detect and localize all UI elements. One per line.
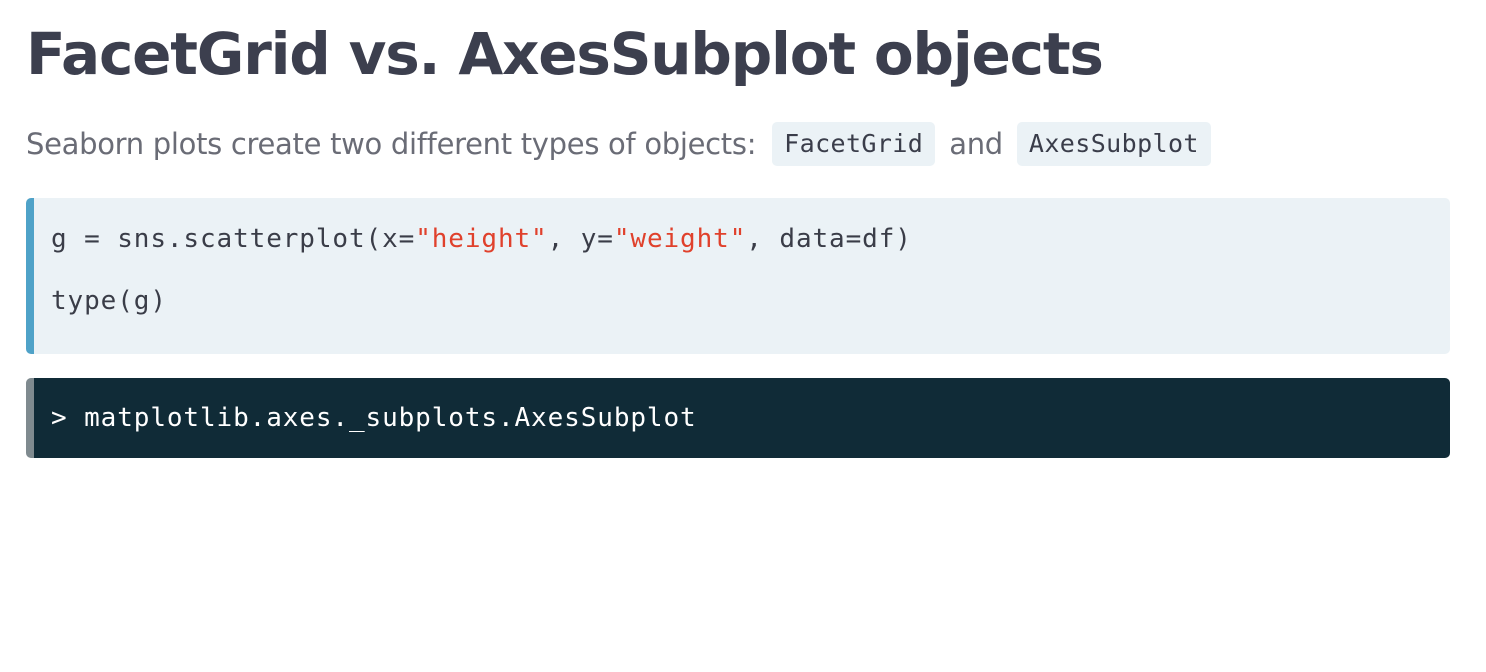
output-text: > matplotlib.axes._subplots.AxesSubplot bbox=[51, 403, 697, 433]
intro-conjunction: and bbox=[949, 127, 1003, 161]
intro-sentence: Seaborn plots create two different types… bbox=[26, 127, 757, 161]
code-block: g = sns.scatterplot(x="height", y="weigh… bbox=[26, 198, 1450, 354]
inline-code-axessubplot: AxesSubplot bbox=[1016, 122, 1211, 166]
code-string-height: "height" bbox=[415, 224, 548, 254]
code-line-2: type(g) bbox=[51, 286, 167, 316]
code-token: g = sns.scatterplot(x= bbox=[51, 224, 416, 254]
output-block: > matplotlib.axes._subplots.AxesSubplot bbox=[26, 378, 1450, 458]
code-string-weight: "weight" bbox=[613, 224, 747, 254]
page-title: FacetGrid vs. AxesSubplot objects bbox=[26, 20, 1104, 88]
code-token: , data=df) bbox=[746, 224, 912, 254]
slide-content: FacetGrid vs. AxesSubplot objects Seabor… bbox=[26, 0, 1450, 458]
inline-code-facetgrid: FacetGrid bbox=[772, 122, 936, 166]
intro-text: Seaborn plots create two different types… bbox=[26, 122, 1450, 166]
code-token: , y= bbox=[547, 224, 614, 254]
code-line-1: g = sns.scatterplot(x="height", y="weigh… bbox=[51, 220, 1450, 258]
